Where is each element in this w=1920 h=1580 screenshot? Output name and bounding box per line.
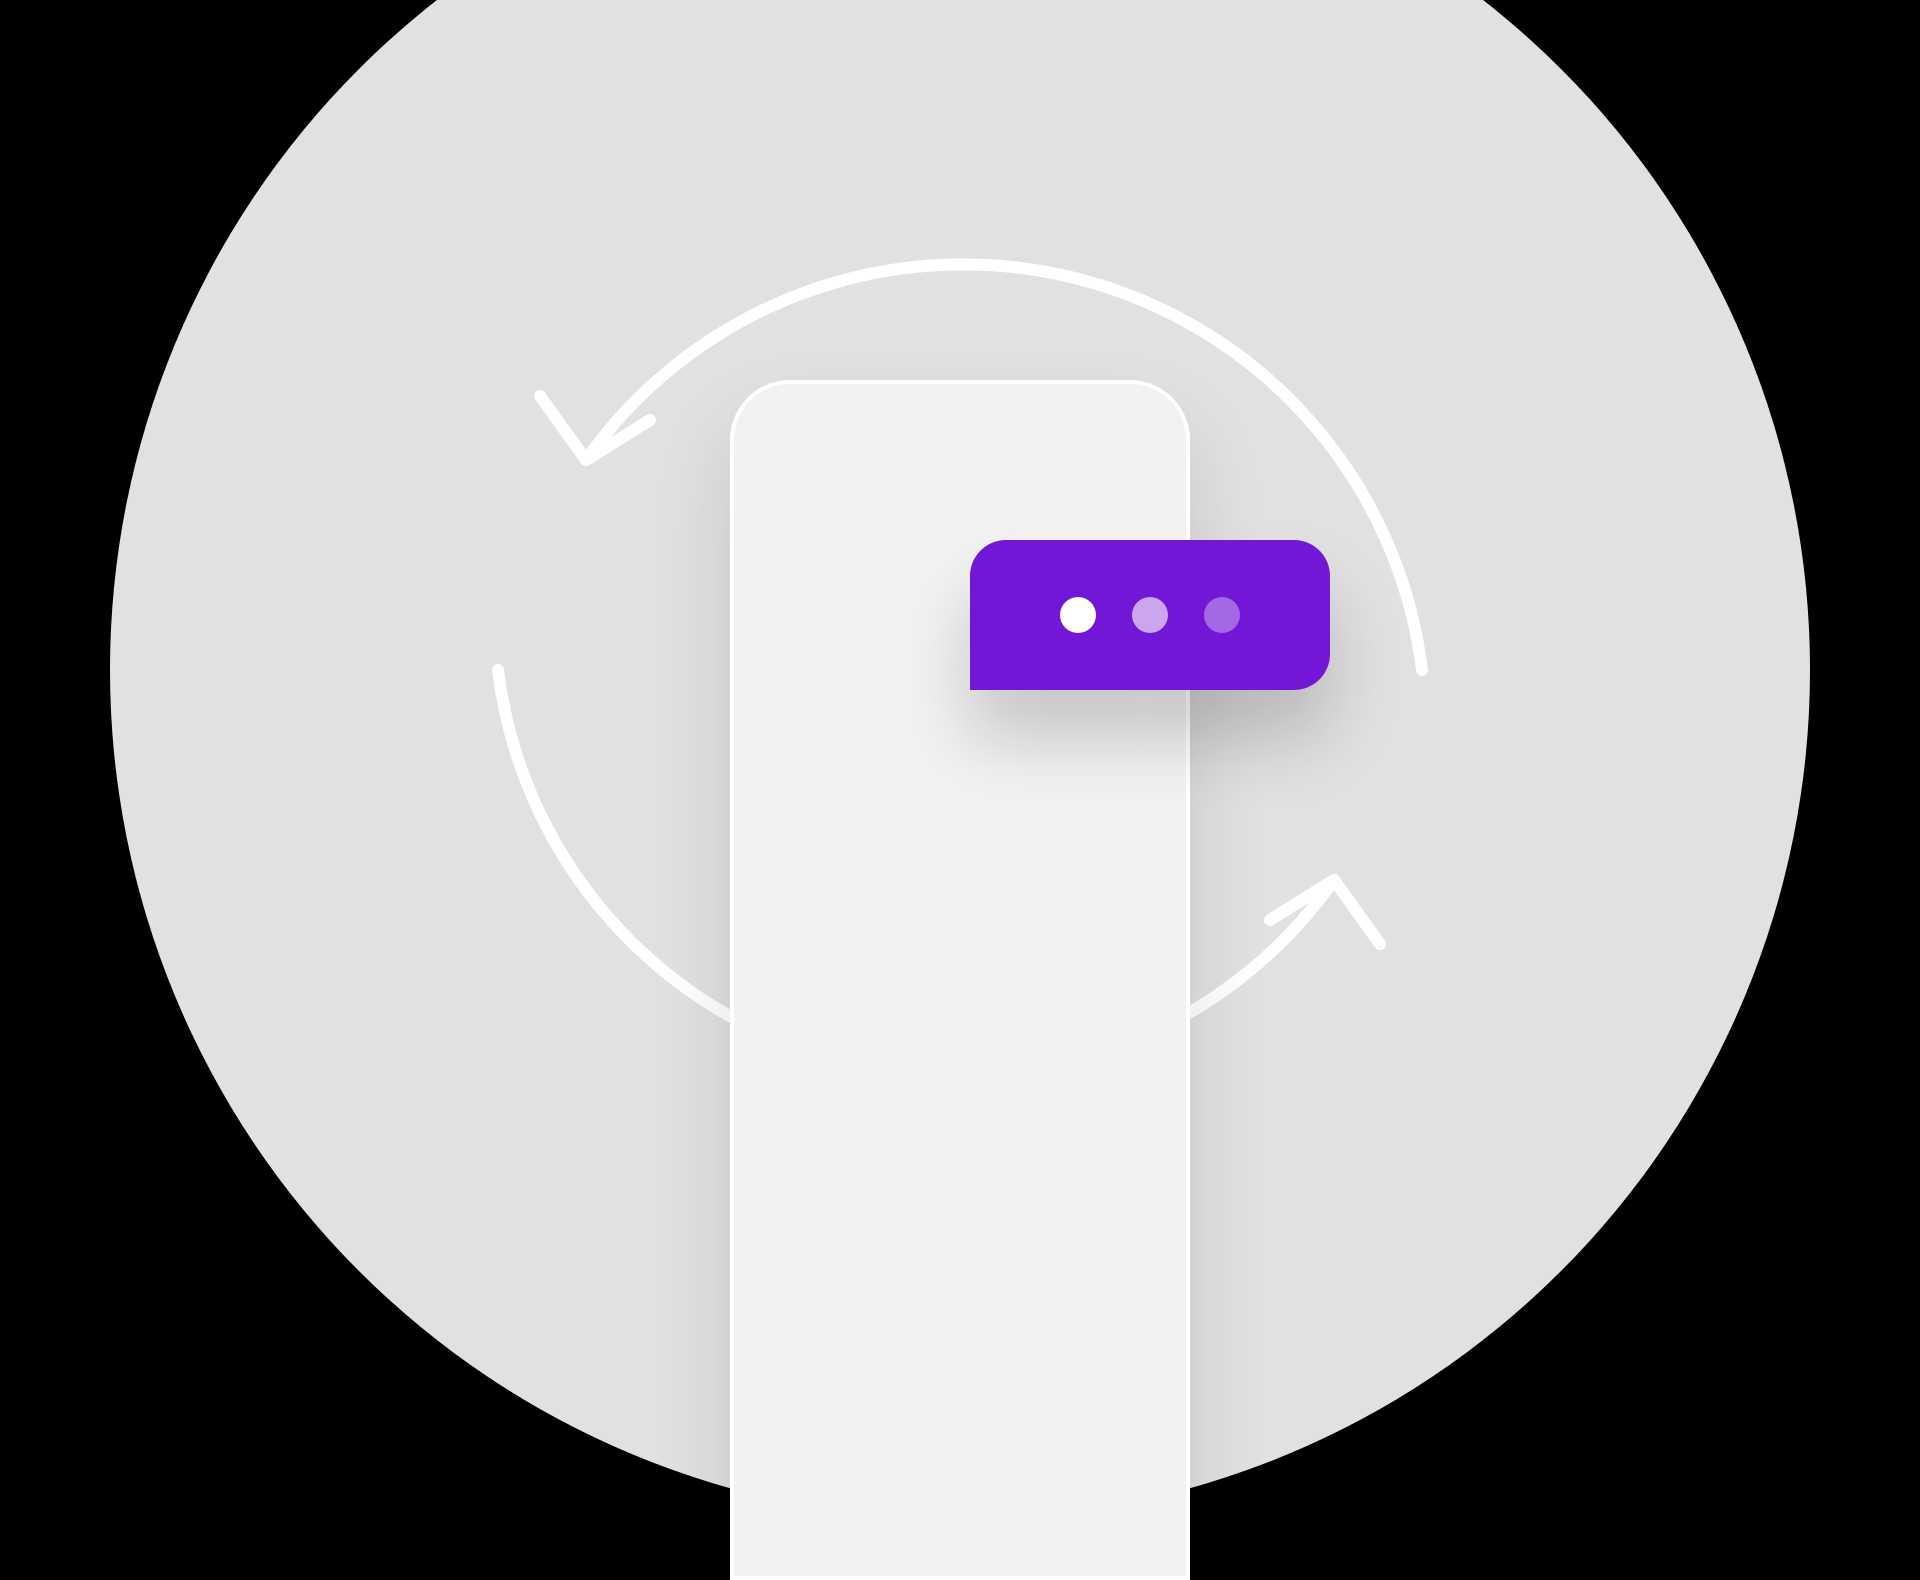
typing-dot-icon: [1204, 597, 1240, 633]
typing-dot-icon: [1060, 597, 1096, 633]
typing-dot-icon: [1132, 597, 1168, 633]
sync-transfer-illustration: [110, 0, 1810, 1520]
typing-indicator-bubble: [970, 540, 1330, 690]
